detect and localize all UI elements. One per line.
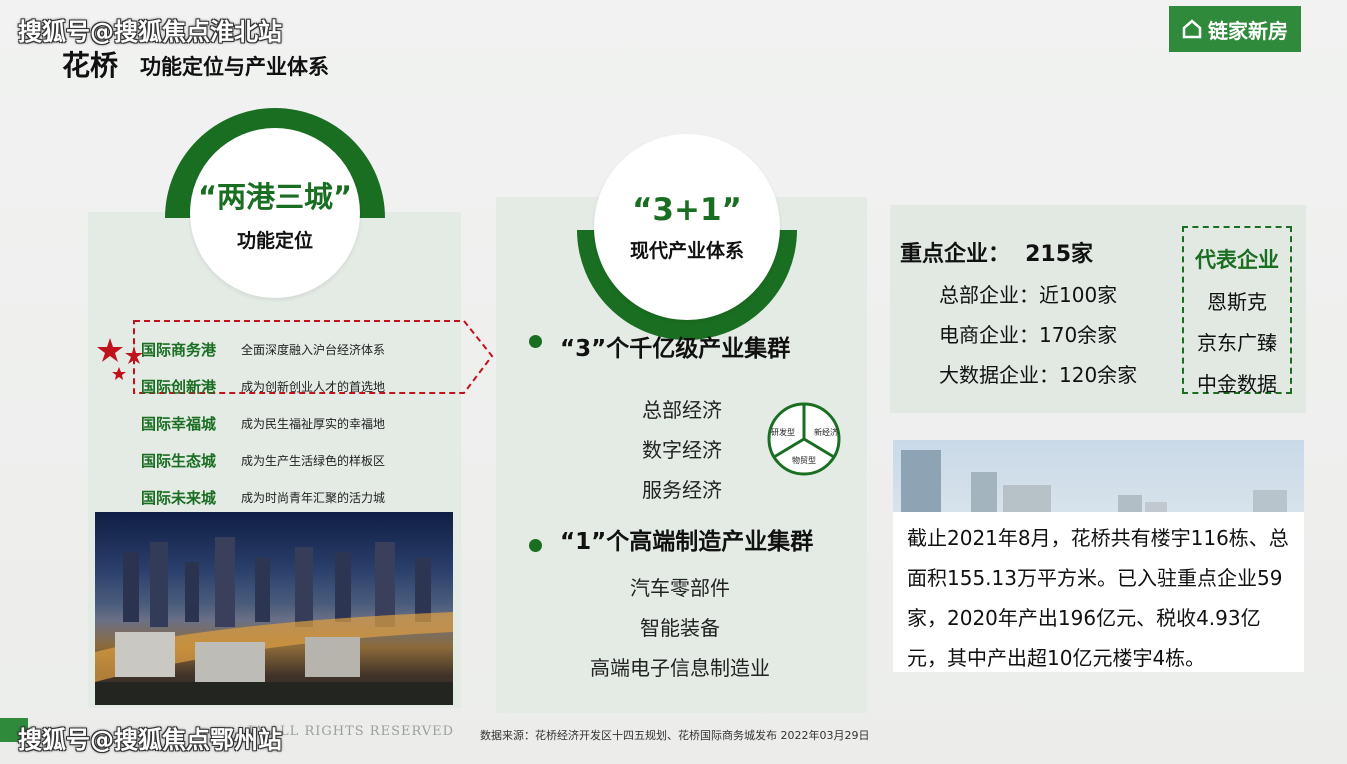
rep-title: 代表企业 <box>1195 248 1279 272</box>
item-desc: 成为民生福祉厚实的幸福地 <box>241 417 386 431</box>
item-desc: 成为时尚青年汇聚的活力城 <box>241 491 386 505</box>
group2-title: “1”个高端制造产业集群 <box>560 529 814 555</box>
watermark-bottom: 搜狐号@搜狐焦点鄂州站 <box>18 726 282 754</box>
star-icon <box>97 338 123 362</box>
item-desc: 成为生产生活绿色的样板区 <box>241 454 386 468</box>
left-circle: “两港三城” 功能定位 <box>190 128 360 298</box>
data-source: 数据来源：花桥经济开发区十四五规划、花桥国际商务城发布 2022年03月29日 <box>480 729 870 742</box>
item-name: 国际生态城 <box>141 452 217 470</box>
list-item: 中金数据 <box>1197 372 1277 396</box>
list-item: 国际创新港 成为创新创业人才的首选地 <box>141 368 451 405</box>
left-circle-sub: 功能定位 <box>236 229 313 252</box>
group2-list: 汽车零部件 智能装备 高端电子信息制造业 <box>560 572 800 692</box>
list-item: 总部企业：近100家 <box>939 283 1118 307</box>
group1-list: 总部经济 数字经济 服务经济 <box>602 394 762 514</box>
list-item: 大数据企业：120余家 <box>939 363 1138 387</box>
list-item: 恩斯克 <box>1207 290 1267 314</box>
list-item: 京东广臻 <box>1197 331 1277 355</box>
bullet-dot <box>529 335 542 348</box>
middle-circle-title: “3+1” <box>632 191 742 228</box>
list-item: 高端电子信息制造业 <box>590 656 770 680</box>
three-part-pie: 研发型 新经济 物贸型 <box>767 402 841 476</box>
list-item: 电商企业：170余家 <box>939 323 1118 347</box>
middle-circle: “3+1” 现代产业体系 <box>594 134 780 320</box>
brand-logo: 链家新房 <box>1169 6 1301 52</box>
group1-title: “3”个千亿级产业集群 <box>560 336 791 362</box>
city-skyline-illustration <box>95 537 453 705</box>
list-item: 总部经济 <box>642 398 722 422</box>
list-item: 汽车零部件 <box>630 576 730 600</box>
pie-label: 物贸型 <box>792 455 816 465</box>
key-lines: 总部企业：近100家 电商企业：170余家 大数据企业：120余家 <box>939 279 1137 399</box>
list-item: 国际商务港 全面深度融入沪台经济体系 <box>141 331 451 368</box>
item-name: 国际创新港 <box>141 378 217 396</box>
star-icon <box>112 367 126 380</box>
pie-label: 新经济 <box>814 427 838 437</box>
item-name: 国际商务港 <box>141 341 217 359</box>
key-enterprise-heading: 重点企业： 215家 <box>900 236 1093 268</box>
watermark-top: 搜狐号@搜狐焦点淮北站 <box>18 18 282 46</box>
list-item: 国际幸福城 成为民生福祉厚实的幸福地 <box>141 405 451 442</box>
page-subtitle: 功能定位与产业体系 <box>140 55 329 79</box>
left-circle-title: “两港三城” <box>197 179 353 214</box>
key-count: 215家 <box>1025 242 1094 267</box>
key-title: 重点企业： <box>900 242 1011 267</box>
item-name: 国际幸福城 <box>141 415 217 433</box>
item-desc: 全面深度融入沪台经济体系 <box>241 343 386 357</box>
pie-label: 研发型 <box>771 427 795 437</box>
list-item: 数字经济 <box>642 438 722 462</box>
item-desc: 成为创新创业人才的首选地 <box>241 380 386 394</box>
representative-box: 代表企业 恩斯克 京东广臻 中金数据 <box>1182 226 1292 396</box>
list-item: 国际未来城 成为时尚青年汇聚的活力城 <box>141 479 451 516</box>
list-item: 服务经济 <box>642 478 722 502</box>
night-city-photo <box>95 512 453 705</box>
logo-text: 链家新房 <box>1208 18 1288 43</box>
item-name: 国际未来城 <box>141 489 217 507</box>
house-icon <box>1182 19 1202 39</box>
left-list: 国际商务港 全面深度融入沪台经济体系 国际创新港 成为创新创业人才的首选地 国际… <box>141 331 451 516</box>
list-item: 智能装备 <box>640 616 720 640</box>
bullet-dot <box>529 539 542 552</box>
middle-circle-sub: 现代产业体系 <box>629 239 744 262</box>
list-item: 国际生态城 成为生产生活绿色的样板区 <box>141 442 451 479</box>
page-title: 花桥 <box>62 49 119 82</box>
summary-text: 截止2021年8月，花桥共有楼宇116栋、总面积155.13万平方米。已入驻重点… <box>893 512 1304 672</box>
